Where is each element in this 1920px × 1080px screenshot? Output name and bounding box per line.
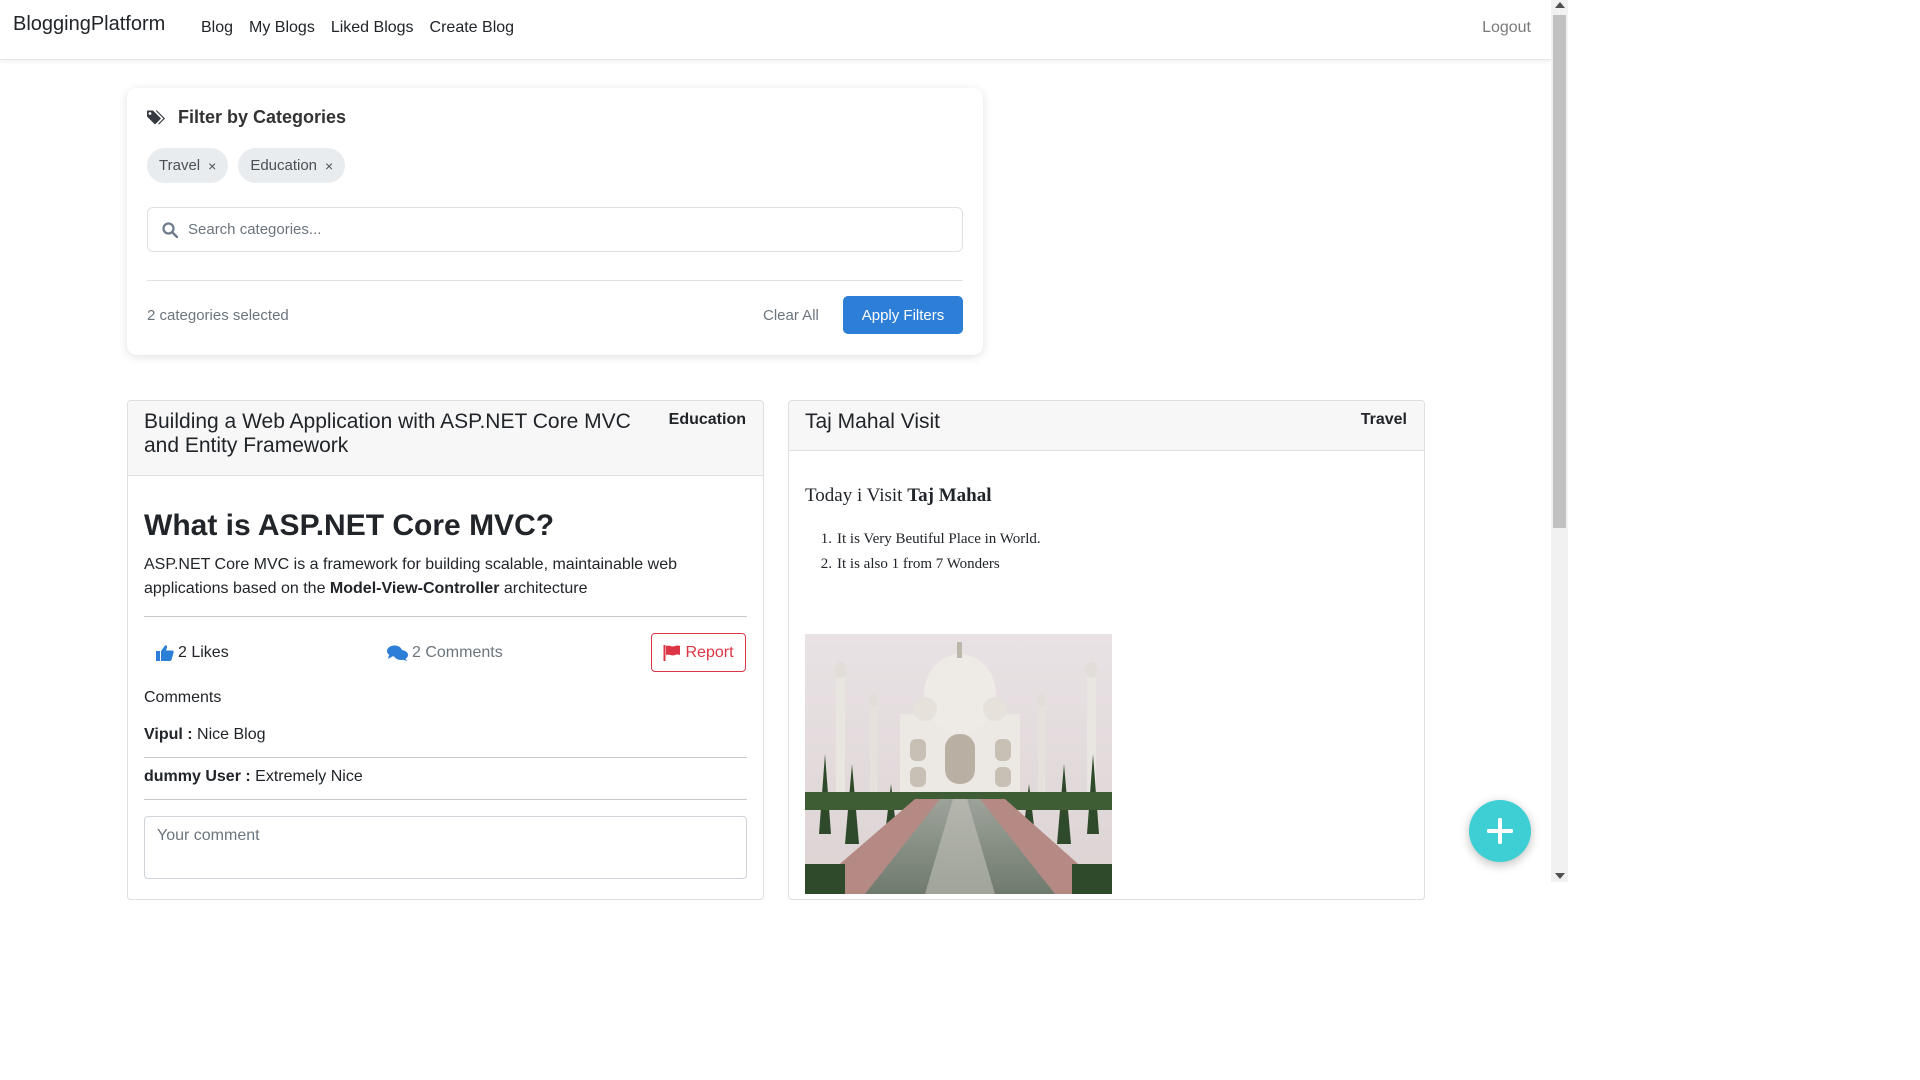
blog-title[interactable]: Building a Web Application with ASP.NET …: [144, 410, 669, 458]
report-label: Report: [685, 643, 734, 661]
nav-link-create-blog[interactable]: Create Blog: [430, 19, 515, 37]
logout-link[interactable]: Logout: [1482, 19, 1531, 37]
brand-logo[interactable]: BloggingPlatform: [13, 13, 165, 36]
like-button[interactable]: 2 Likes: [156, 644, 229, 662]
post-lead-bold: Taj Mahal: [907, 485, 992, 506]
comment-item: dummy User : Extremely Nice: [144, 758, 747, 800]
selected-count: 2 categories selected: [147, 307, 289, 324]
thumbs-up-icon: [156, 645, 174, 661]
blog-card: Building a Web Application with ASP.NET …: [127, 400, 764, 900]
post-body-text-end: architecture: [499, 580, 588, 597]
taj-mahal-illustration: [805, 634, 1112, 894]
comment-text: Nice Blog: [192, 726, 266, 743]
navbar: BloggingPlatform Blog My Blogs Liked Blo…: [0, 0, 1551, 60]
search-icon: [162, 221, 178, 238]
chip-travel: Travel ×: [147, 148, 229, 183]
comments-toggle[interactable]: 2 Comments: [387, 644, 503, 662]
likes-count: 2 Likes: [178, 644, 229, 661]
list-item: 2. It is also 1 from 7 Wonders: [805, 556, 1041, 581]
nav-link-my-blogs[interactable]: My Blogs: [249, 19, 315, 37]
chip-label: Education: [250, 157, 318, 174]
list-text: It is Very Beutiful Place in World.: [837, 531, 1041, 547]
comments-heading: Comments: [144, 689, 222, 706]
list-number: 2.: [820, 556, 832, 572]
nav-link-liked-blogs[interactable]: Liked Blogs: [331, 19, 414, 37]
chip-education: Education ×: [238, 148, 346, 183]
list-text: It is also 1 from 7 Wonders: [837, 556, 1000, 572]
comments-count: 2 Comments: [412, 644, 503, 661]
post-heading: What is ASP.NET Core MVC?: [144, 509, 555, 542]
close-icon[interactable]: ×: [208, 158, 216, 174]
taj-mahal-image: [805, 634, 1112, 894]
create-blog-fab[interactable]: [1469, 800, 1531, 862]
comment-author: Vipul :: [144, 726, 193, 743]
category-search-input[interactable]: [188, 221, 948, 238]
filter-title: Filter by Categories: [147, 107, 346, 128]
selected-chips: Travel × Education ×: [147, 148, 346, 183]
apply-filters-button[interactable]: Apply Filters: [843, 296, 963, 334]
card-header: Building a Web Application with ASP.NET …: [128, 401, 763, 476]
card-header: Taj Mahal Visit Travel: [789, 401, 1424, 451]
page-scrollbar[interactable]: [1551, 0, 1568, 882]
blog-category: Education: [668, 411, 746, 428]
clear-all-button[interactable]: Clear All: [763, 307, 819, 324]
scroll-up-icon[interactable]: [1555, 2, 1565, 8]
tags-icon: [147, 110, 165, 124]
divider: [144, 616, 747, 617]
list-item: 1. It is Very Beutiful Place in World.: [805, 531, 1041, 556]
post-body: ASP.NET Core MVC is a framework for buil…: [144, 553, 724, 601]
list-number: 1.: [820, 531, 832, 547]
category-filter-card: Filter by Categories Travel × Education …: [127, 88, 983, 355]
comment-input[interactable]: [144, 816, 747, 879]
nav-links: Blog My Blogs Liked Blogs Create Blog: [201, 19, 530, 37]
divider: [147, 280, 963, 281]
close-icon[interactable]: ×: [325, 158, 333, 174]
comments-icon: [387, 645, 408, 661]
scrollbar-thumb[interactable]: [1553, 15, 1566, 528]
plus-icon: [1487, 818, 1513, 844]
post-lead-text: Today i Visit: [805, 485, 908, 506]
report-button[interactable]: Report: [651, 633, 746, 672]
post-list: 1. It is Very Beutiful Place in World. 2.…: [805, 531, 1041, 581]
comment-text: Extremely Nice: [250, 768, 363, 785]
blog-title[interactable]: Taj Mahal Visit: [805, 410, 940, 434]
flag-icon: [663, 644, 681, 661]
blog-category: Travel: [1360, 411, 1407, 428]
filter-title-text: Filter by Categories: [178, 107, 347, 127]
category-search-box: [147, 207, 963, 252]
comment-author: dummy User :: [144, 768, 251, 785]
blog-card: Taj Mahal Visit Travel Today i Visit Taj…: [788, 400, 1425, 900]
chip-label: Travel: [159, 157, 201, 174]
post-lead: Today i Visit Taj Mahal: [805, 485, 992, 507]
nav-link-blog[interactable]: Blog: [201, 19, 233, 37]
comment-item: Vipul : Nice Blog: [144, 716, 747, 758]
post-body-bold: Model-View-Controller: [329, 580, 500, 597]
scroll-down-icon[interactable]: [1555, 873, 1565, 879]
